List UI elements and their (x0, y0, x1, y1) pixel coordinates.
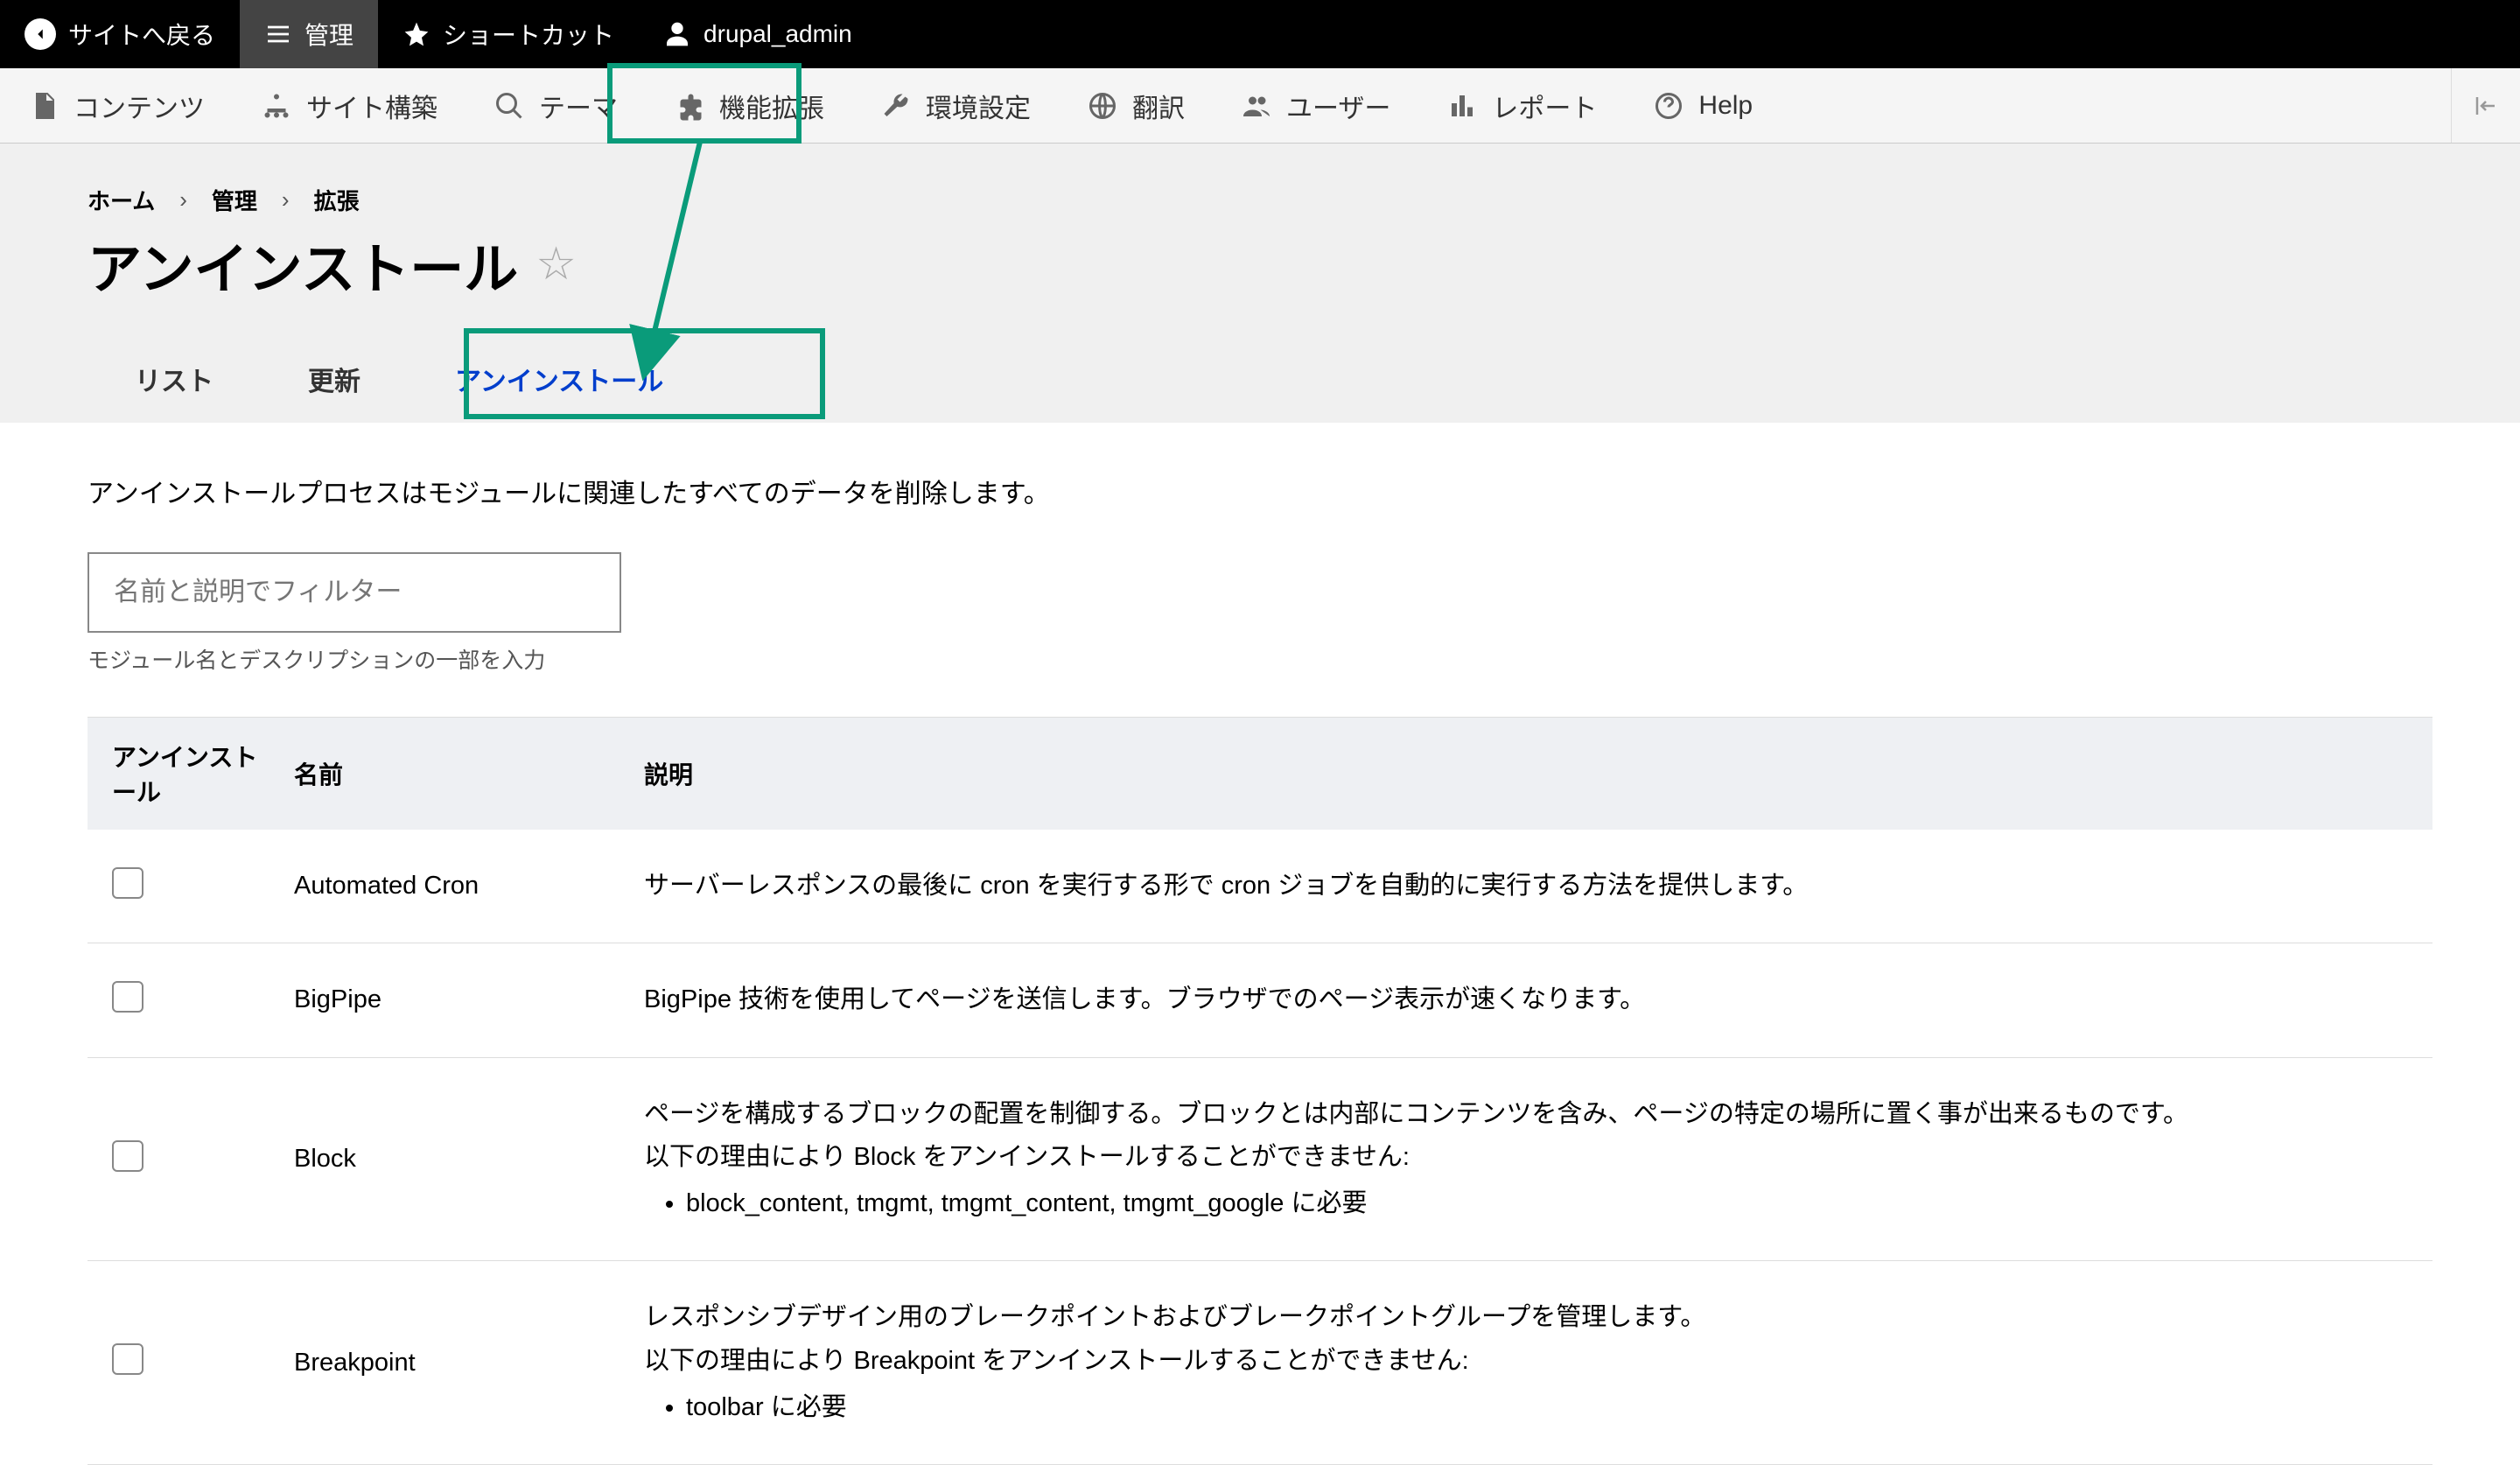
hamburger-icon (264, 20, 292, 48)
admin-menu-reports[interactable]: レポート (1418, 68, 1625, 143)
module-filter-input[interactable] (88, 552, 621, 633)
uninstall-checkbox[interactable] (112, 1140, 144, 1172)
user-menu-button[interactable]: drupal_admin (639, 0, 877, 68)
page-title-row: アンインストール ☆ (88, 225, 2432, 335)
modules-table: アンインストール 名前 説明 Automated Cronサーバーレスポンスの最… (88, 717, 2432, 1465)
collapse-icon (2473, 93, 2499, 119)
module-description-cell: レスポンシブデザイン用のブレークポイントおよびブレークポイントグループを管理しま… (630, 1261, 2432, 1465)
breadcrumb-home[interactable]: ホーム (88, 184, 155, 216)
page-container: ホーム › 管理 › 拡張 アンインストール ☆ リスト 更新 アンインストール… (0, 144, 2520, 1465)
uninstall-checkbox[interactable] (112, 1343, 144, 1375)
admin-menu-translation[interactable]: 翻訳 (1059, 68, 1213, 143)
appearance-icon (494, 90, 525, 122)
breadcrumb-admin[interactable]: 管理 (212, 184, 257, 216)
admin-menu-label: サイト構築 (306, 87, 438, 125)
module-name-cell: Breakpoint (280, 1261, 630, 1465)
table-header-uninstall: アンインストール (88, 718, 280, 831)
globe-icon (1087, 90, 1118, 122)
admin-menu-config[interactable]: 環境設定 (852, 68, 1059, 143)
top-toolbar: サイトへ戻る 管理 ショートカット drupal_admin (0, 0, 2520, 68)
admin-menu-label: コンテンツ (74, 87, 205, 125)
admin-menu-people[interactable]: ユーザー (1213, 68, 1418, 143)
manage-label: 管理 (304, 17, 354, 52)
document-icon (28, 90, 60, 122)
users-icon (1241, 90, 1272, 122)
module-name-cell: BigPipe (280, 943, 630, 1057)
uninstall-checkbox-cell (88, 943, 280, 1057)
admin-menu-label: レポート (1492, 87, 1597, 125)
breadcrumb-extend[interactable]: 拡張 (314, 184, 360, 216)
module-description-cell: ページを構成するブロックの配置を制御する。ブロックとは内部にコンテンツを含み、ペ… (630, 1057, 2432, 1261)
admin-menu-content[interactable]: コンテンツ (0, 68, 233, 143)
breadcrumb-separator-icon: › (282, 186, 290, 214)
username-label: drupal_admin (704, 20, 852, 48)
tab-list[interactable]: リスト (88, 335, 261, 423)
wrench-icon (880, 90, 912, 122)
admin-menu-help[interactable]: Help (1625, 68, 1781, 143)
admin-menu: コンテンツ サイト構築 テーマ 機能拡張 環境設定 翻訳 ユーザー レポート H… (0, 68, 2520, 144)
admin-menu-label: ユーザー (1286, 87, 1390, 125)
breadcrumb: ホーム › 管理 › 拡張 (88, 144, 2432, 225)
module-description-cell: BigPipe 技術を使用してページを送信します。ブラウザでのページ表示が速くな… (630, 943, 2432, 1057)
user-icon (663, 20, 691, 48)
admin-menu-label: Help (1698, 91, 1753, 121)
module-name-cell: Block (280, 1057, 630, 1261)
back-icon (24, 18, 56, 50)
favorite-star-icon[interactable]: ☆ (536, 238, 577, 291)
module-description-cell: サーバーレスポンスの最後に cron を実行する形で cron ジョブを自動的に… (630, 830, 2432, 943)
manage-button[interactable]: 管理 (240, 0, 378, 68)
puzzle-icon (674, 90, 705, 122)
admin-menu-appearance[interactable]: テーマ (466, 68, 646, 143)
uninstall-checkbox-cell (88, 830, 280, 943)
admin-menu-label: テーマ (539, 87, 618, 125)
report-icon (1446, 90, 1478, 122)
tabs: リスト 更新 アンインストール (88, 335, 2432, 423)
uninstall-checkbox-cell (88, 1261, 280, 1465)
admin-menu-structure[interactable]: サイト構築 (233, 68, 466, 143)
shortcuts-button[interactable]: ショートカット (378, 0, 639, 68)
page-title: アンインストール (88, 225, 518, 304)
uninstall-checkbox[interactable] (112, 981, 144, 1013)
table-header-name: 名前 (280, 718, 630, 831)
table-row: Blockページを構成するブロックの配置を制御する。ブロックとは内部にコンテンツ… (88, 1057, 2432, 1261)
admin-menu-extend[interactable]: 機能拡張 (646, 68, 852, 143)
content-area: アンインストールプロセスはモジュールに関連したすべてのデータを削除します。 モジ… (0, 423, 2520, 1465)
uninstall-description: アンインストールプロセスはモジュールに関連したすべてのデータを削除します。 (88, 472, 2432, 510)
module-name-cell: Automated Cron (280, 830, 630, 943)
back-to-site-label: サイトへ戻る (68, 17, 215, 52)
table-header-description: 説明 (630, 718, 2432, 831)
help-icon (1653, 90, 1684, 122)
collapse-toolbar-button[interactable] (2451, 68, 2520, 143)
admin-menu-label: 機能拡張 (719, 87, 824, 125)
uninstall-checkbox-cell (88, 1057, 280, 1261)
structure-icon (261, 90, 292, 122)
table-row: Automated Cronサーバーレスポンスの最後に cron を実行する形で… (88, 830, 2432, 943)
table-row: Breakpointレスポンシブデザイン用のブレークポイントおよびブレークポイン… (88, 1261, 2432, 1465)
admin-menu-label: 翻訳 (1132, 87, 1185, 125)
breadcrumb-separator-icon: › (179, 186, 187, 214)
tab-update[interactable]: 更新 (261, 335, 408, 423)
star-icon (402, 20, 430, 48)
back-to-site-button[interactable]: サイトへ戻る (0, 0, 240, 68)
table-row: BigPipeBigPipe 技術を使用してページを送信します。ブラウザでのペー… (88, 943, 2432, 1057)
shortcuts-label: ショートカット (443, 17, 614, 52)
tab-uninstall[interactable]: アンインストール (408, 335, 710, 423)
uninstall-checkbox[interactable] (112, 867, 144, 899)
filter-help-text: モジュール名とデスクリプションの一部を入力 (88, 643, 2432, 675)
admin-menu-label: 環境設定 (926, 87, 1031, 125)
